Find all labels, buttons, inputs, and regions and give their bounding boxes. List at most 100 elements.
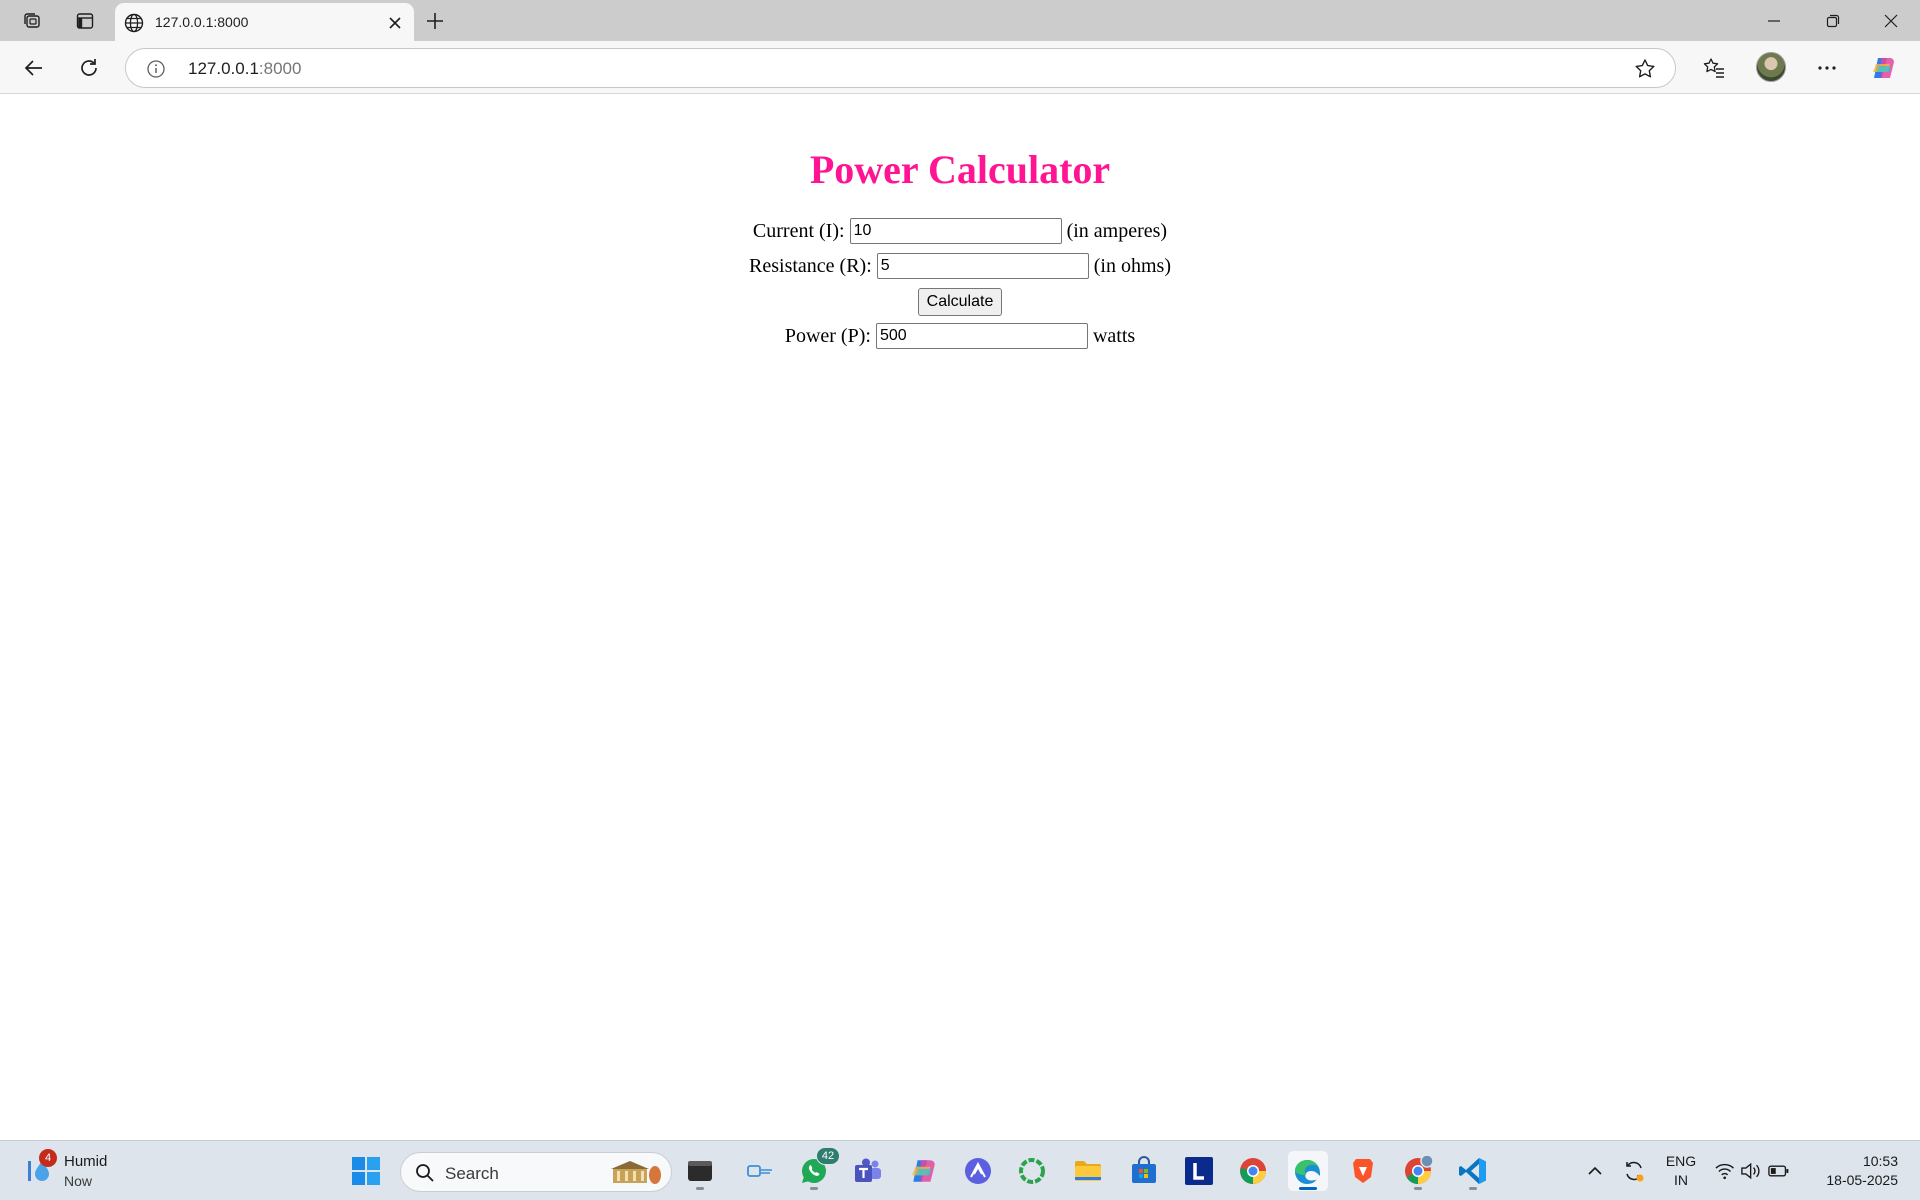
show-hidden-icons-button[interactable] <box>1582 1141 1608 1200</box>
folder-icon <box>1075 1161 1101 1181</box>
tab-title: 127.0.0.1:8000 <box>155 14 249 30</box>
profile-avatar[interactable] <box>1756 52 1786 82</box>
taskbar-app-edge[interactable] <box>1288 1151 1328 1191</box>
weather-subtitle: Now <box>64 1173 93 1189</box>
calculate-button[interactable]: Calculate <box>917 288 1003 316</box>
taskbar-search[interactable]: Search <box>400 1152 672 1192</box>
power-label: Power (P): <box>784 324 871 347</box>
proton-icon <box>965 1158 991 1184</box>
teams-icon <box>855 1158 881 1182</box>
plus-icon <box>427 13 443 29</box>
taskbar-app-chrome[interactable] <box>1233 1151 1273 1191</box>
workspaces-icon <box>24 13 40 28</box>
url-text[interactable]: 127.0.0.1:8000 <box>188 59 301 79</box>
taskbar-app-chrome-profile[interactable] <box>1398 1151 1438 1191</box>
taskbar-app-copilot[interactable] <box>904 1151 944 1191</box>
taskbar-app-l[interactable] <box>1179 1151 1219 1191</box>
l-app-icon <box>1185 1157 1213 1185</box>
power-row: Power (P): watts <box>0 323 1920 349</box>
minimize-button[interactable] <box>1745 0 1803 41</box>
terminal-icon <box>688 1161 712 1181</box>
vertical-tabs-button[interactable] <box>68 8 102 34</box>
url-host: 127.0.0.1 <box>188 59 259 78</box>
taskbar-app-teams[interactable] <box>848 1151 888 1191</box>
store-icon <box>1132 1156 1156 1183</box>
refresh-button[interactable] <box>72 51 106 85</box>
edge-icon <box>1295 1160 1320 1184</box>
current-row: Current (I): (in amperes) <box>0 218 1920 244</box>
current-input[interactable] <box>849 218 1062 244</box>
back-button[interactable] <box>17 51 51 85</box>
favorite-star-icon[interactable] <box>1633 57 1657 81</box>
copilot-button[interactable] <box>1867 51 1901 85</box>
power-output[interactable] <box>875 323 1088 349</box>
tab-close-button[interactable] <box>384 12 406 34</box>
search-highlight-icon <box>611 1161 661 1184</box>
workspaces-button[interactable] <box>15 8 49 34</box>
brave-icon <box>1353 1159 1373 1183</box>
search-icon <box>416 1164 434 1182</box>
windows-logo-icon <box>352 1157 380 1185</box>
taskbar-app-proton[interactable] <box>958 1151 998 1191</box>
wifi-icon <box>1715 1163 1734 1180</box>
calculate-row: Calculate <box>0 288 1920 316</box>
language-region: IN <box>1674 1172 1688 1188</box>
favorites-icon <box>1703 58 1724 78</box>
taskbar-app-terminal[interactable] <box>680 1151 720 1191</box>
minimize-icon <box>1768 19 1780 22</box>
browser-tab-active[interactable]: 127.0.0.1:8000 <box>115 3 414 41</box>
battery-icon <box>1767 1165 1789 1177</box>
weather-widget[interactable]: 4 Humid Now <box>20 1149 130 1193</box>
resistance-label: Resistance (R): <box>749 254 872 277</box>
refresh-icon <box>81 59 97 76</box>
chrome-profile-icon <box>1405 1156 1433 1185</box>
page-title: Power Calculator <box>809 147 1111 192</box>
tab-actions-icon <box>76 13 94 29</box>
copilot-icon <box>1873 58 1894 78</box>
info-icon[interactable] <box>146 59 166 79</box>
close-icon <box>389 17 401 29</box>
browser-toolbar: 127.0.0.1:8000 <box>0 41 1920 94</box>
ring-app-icon <box>1019 1158 1045 1184</box>
more-icon <box>1818 66 1836 70</box>
weather-title: Humid <box>64 1153 108 1170</box>
current-label: Current (I): <box>752 219 845 242</box>
taskbar-app-file-explorer[interactable] <box>1068 1151 1108 1191</box>
weather-badge: 4 <box>39 1149 57 1167</box>
sync-tray-button[interactable] <box>1619 1141 1649 1200</box>
back-arrow-icon <box>24 60 42 76</box>
taskbar-app-brave[interactable] <box>1343 1151 1383 1191</box>
favorites-button[interactable] <box>1697 51 1731 85</box>
url-port: :8000 <box>258 59 302 78</box>
search-label: Search <box>445 1164 499 1183</box>
resistance-input[interactable] <box>876 253 1089 279</box>
language-code: ENG <box>1665 1153 1697 1169</box>
close-icon <box>1884 14 1898 27</box>
volume-icon <box>1741 1162 1760 1180</box>
tab-strip: 127.0.0.1:8000 <box>0 0 1920 41</box>
new-tab-button[interactable] <box>420 8 450 34</box>
taskbar-app-ring[interactable] <box>1012 1151 1052 1191</box>
resistance-row: Resistance (R): (in ohms) <box>0 253 1920 279</box>
quick-settings-button[interactable] <box>1714 1141 1790 1200</box>
sandbox-app-icon <box>747 1165 772 1177</box>
power-unit: watts <box>1092 324 1136 347</box>
restore-button[interactable] <box>1804 0 1862 41</box>
taskbar-app-whatsapp[interactable]: 42 <box>794 1147 840 1191</box>
clock[interactable]: 10:53 18-05-2025 <box>1802 1152 1898 1190</box>
resistance-unit: (in ohms) <box>1093 254 1171 277</box>
current-unit: (in amperes) <box>1066 219 1168 242</box>
restore-icon <box>1826 14 1840 27</box>
close-window-button[interactable] <box>1862 0 1920 41</box>
taskbar-app-vscode[interactable] <box>1453 1151 1493 1191</box>
copilot-icon <box>912 1160 935 1182</box>
whatsapp-badge: 42 <box>816 1147 840 1165</box>
taskbar-app-sandbox[interactable] <box>740 1151 780 1191</box>
language-indicator[interactable]: ENG IN <box>1658 1152 1704 1190</box>
globe-icon <box>124 13 144 33</box>
address-bar[interactable]: 127.0.0.1:8000 <box>125 48 1676 88</box>
settings-more-button[interactable] <box>1810 51 1844 85</box>
start-button[interactable] <box>346 1151 386 1191</box>
taskbar-app-store[interactable] <box>1124 1151 1164 1191</box>
page-content: Power Calculator Current (I): (in ampere… <box>0 94 1920 1140</box>
